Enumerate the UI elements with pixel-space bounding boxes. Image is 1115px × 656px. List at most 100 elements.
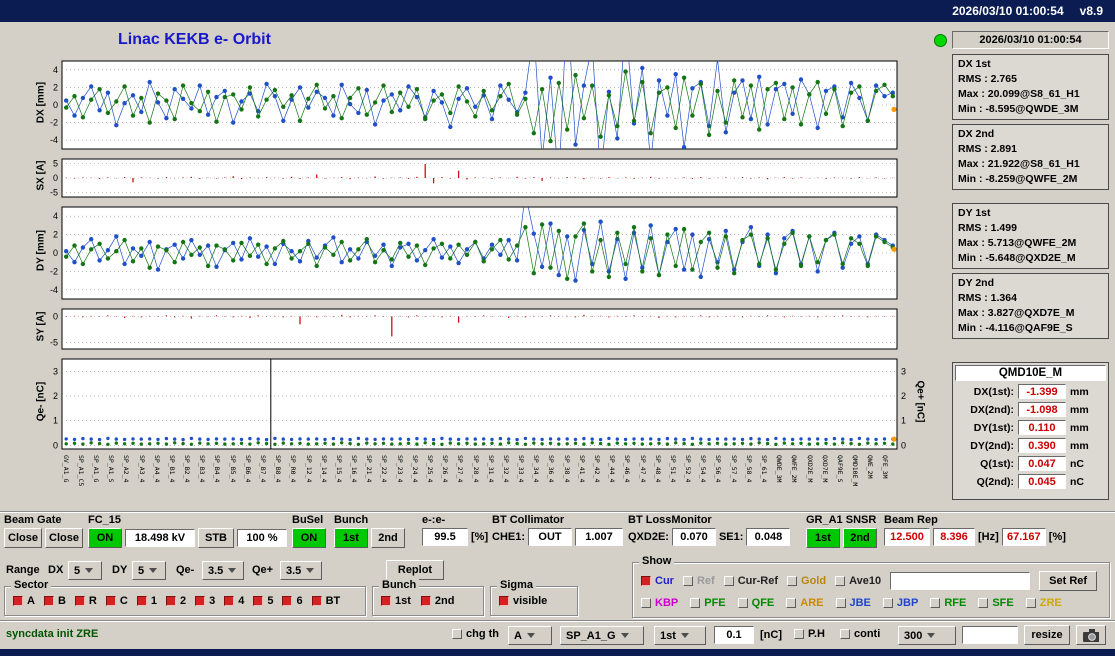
camera-button[interactable] [1076,625,1106,645]
bpm-label: SP_54_4 [699,455,708,483]
checkbox-c[interactable]: C [105,595,128,607]
checkbox-pfe[interactable]: PFE [690,597,726,609]
show-row1-checkboxes: Cur Ref Cur-Ref Gold Ave10 [641,575,881,587]
checkbox-box [682,576,693,586]
checkbox-box [882,598,893,608]
gr-snsr-1st-button[interactable]: 1st [806,528,840,548]
range-label: Range [6,564,40,576]
checkbox-ref[interactable]: Ref [682,575,715,587]
bpm-label: SP_46_4 [623,455,632,483]
range-qep-label: Qe+ [252,564,274,576]
dx-1st-stats: DX 1st RMS : 2.765 Max : 20.099@S8_61_H1… [952,54,1109,120]
checkbox-zre[interactable]: ZRE [1025,597,1062,609]
page-title: Linac KEKB e- Orbit [118,31,271,48]
checkbox-label: 5 [267,595,274,607]
checkbox-b[interactable]: B [43,595,66,607]
range-dx-select[interactable]: 5 [68,561,102,580]
bt-lossmonitor-group: BT LossMonitor QXD2E: 0.070 SE1: 0.048 [628,514,791,546]
fc15-on-button[interactable]: ON [88,528,122,548]
qmd-row-value: 0.045 [1018,474,1066,489]
checkbox-label: JBP [896,597,919,609]
bpm-label: SP_44_4 [608,455,617,483]
bunch-order-select[interactable]: 1st [654,626,706,645]
chg-th-checkbox[interactable]: chg th [452,628,499,640]
bpm-label: QWDE_3M [775,455,784,483]
bpm-label: SP_41_4 [577,455,586,483]
charge-plot: 0 0 1 1 2 2 3 3 [53,358,906,450]
checkbox-r[interactable]: R [74,595,97,607]
checkbox-box [723,576,734,586]
beam-rep-group: Beam Rep 12.500 8.396 [Hz] 67.167 [%] [884,514,1066,546]
checkbox-kbp[interactable]: KBP [641,597,678,609]
gr-snsr-group: GR_A1 SNSR 1st 2nd [806,514,877,548]
fc15-stb-button[interactable]: STB [198,528,234,548]
checkbox-ave10[interactable]: Ave10 [835,575,881,587]
checkbox-3[interactable]: 3 [195,595,215,607]
checkbox-5[interactable]: 5 [253,595,273,607]
qxd2e-label: QXD2E: [628,531,669,543]
bpm-label: SP_A1_G [92,455,100,483]
checkbox-a[interactable]: A [13,595,35,607]
resize-button[interactable]: resize [1024,625,1070,645]
svg-text:2: 2 [53,230,58,240]
ref-name-input[interactable] [890,572,1031,590]
range-qep-select[interactable]: 3.5 [280,561,322,580]
sector-select[interactable]: A [508,626,552,645]
interval-select[interactable]: 300 [898,626,956,645]
checkbox-box [978,598,989,608]
gr-snsr-title: GR_A1 SNSR [806,514,877,526]
checkbox-1st[interactable]: 1st [381,595,411,607]
bpm-label: SP_56_4 [714,455,723,483]
bpm-label: SP_B2_4 [183,455,191,483]
checkbox-cur[interactable]: Cur [641,575,674,587]
bunch-1st-button[interactable]: 1st [334,528,368,548]
busel-on-button[interactable]: ON [292,528,326,548]
chevron-down-icon [927,633,936,638]
set-ref-button[interactable]: Set Ref [1039,571,1098,591]
qmd-row-value: 0.047 [1018,456,1066,471]
bpm-label: SP_R0_4 [289,455,298,483]
checkbox-2[interactable]: 2 [165,595,186,607]
checkbox-rfe[interactable]: RFE [930,597,966,609]
checkbox-box [311,596,322,606]
aux-input[interactable] [962,626,1018,644]
ee-ratio-group: e-:e- 99.5 [%] [422,514,488,546]
checkbox-cur-ref[interactable]: Cur-Ref [723,575,778,587]
beam-gate-close-1-button[interactable]: Close [4,528,42,548]
beam-gate-group: Beam Gate Close Close [4,514,83,548]
checkbox-2nd[interactable]: 2nd [420,595,454,607]
checkbox-label: QFE [751,597,775,609]
conti-checkbox[interactable]: conti [840,628,880,640]
checkbox-box [835,598,846,608]
checkbox-bt[interactable]: BT [311,595,340,607]
chg-th-label: chg th [466,628,499,640]
threshold-input[interactable] [714,626,754,644]
checkbox-4[interactable]: 4 [224,595,244,607]
stat-title: DX 1st [958,58,991,70]
bpm-label: SP_B1_4 [167,455,176,483]
checkbox-visible[interactable]: visible [499,595,547,607]
checkbox-6[interactable]: 6 [282,595,303,607]
checkbox-sfe[interactable]: SFE [978,597,1014,609]
interval-value: 300 [904,629,923,642]
bpm-select[interactable]: SP_A1_G [560,626,644,645]
replot-button[interactable]: Replot [386,560,444,580]
status-message: syncdata init ZRE [6,628,99,640]
range-dy-label: DY [112,564,128,576]
ph-checkbox[interactable]: P.H [794,628,825,640]
checkbox-1[interactable]: 1 [136,595,157,607]
title-bar-datetime: 2026/03/10 01:00:54 [952,4,1064,18]
checkbox-jbe[interactable]: JBE [835,597,871,609]
qmd-row-unit: mm [1070,439,1089,452]
beam-gate-close-2-button[interactable]: Close [45,528,83,548]
qmd-row-unit: nC [1070,475,1084,488]
checkbox-jbp[interactable]: JBP [882,597,919,609]
bunch-2nd-button[interactable]: 2nd [371,528,405,548]
checkbox-gold[interactable]: Gold [787,575,826,587]
checkbox-are[interactable]: ARE [786,597,824,609]
checkbox-qfe[interactable]: QFE [737,597,775,609]
range-dy-select[interactable]: 5 [132,561,166,580]
range-qem-select[interactable]: 3.5 [202,561,244,580]
range-dx-label: DX [48,564,64,576]
gr-snsr-2nd-button[interactable]: 2nd [843,528,877,548]
